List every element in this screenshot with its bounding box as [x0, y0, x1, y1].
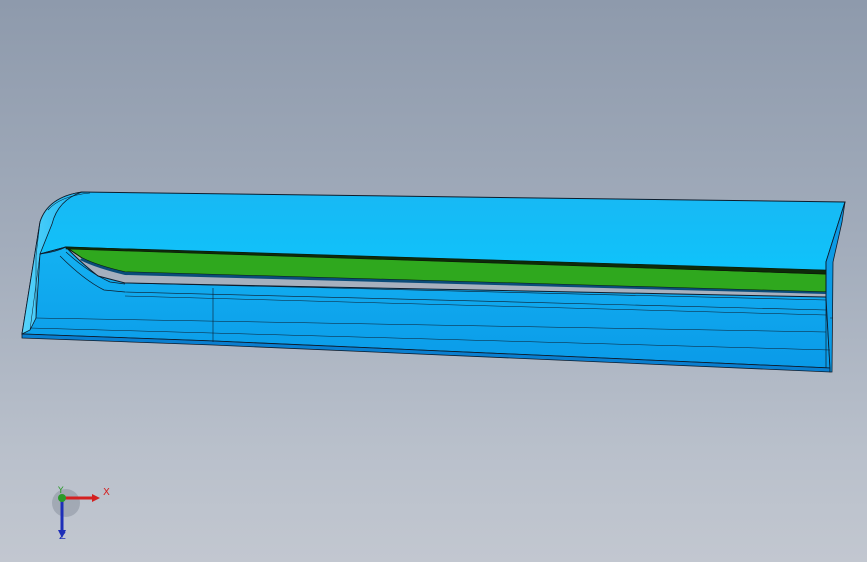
coordinate-triad: X Y Z	[40, 478, 120, 548]
triad-shadow	[52, 489, 80, 517]
3d-part-model[interactable]	[0, 0, 867, 562]
y-axis-label: Y	[58, 486, 64, 496]
x-axis-arrowhead	[92, 494, 100, 502]
x-axis-label: X	[103, 487, 110, 498]
z-axis-label: Z	[59, 531, 66, 542]
graphics-viewport[interactable]: X Y Z	[0, 0, 867, 562]
